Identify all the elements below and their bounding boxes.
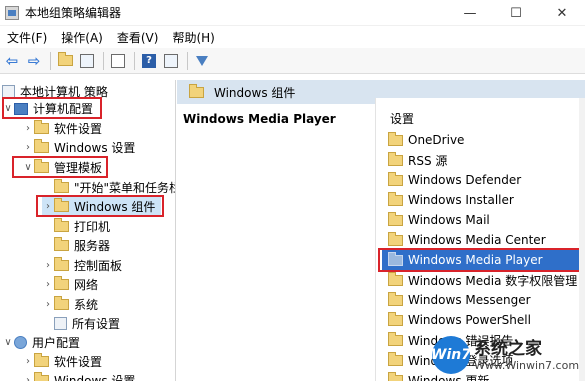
tree-item-software-settings[interactable]: › 软件设置 [22, 119, 102, 138]
folder-icon [34, 120, 49, 134]
settings-list-icon [54, 317, 67, 330]
folder-icon [388, 231, 403, 246]
list-item[interactable]: Windows Defender [388, 170, 521, 190]
folder-icon [54, 218, 69, 232]
folder-icon [34, 353, 49, 367]
list-item[interactable]: OneDrive [388, 130, 464, 150]
folder-icon [54, 276, 69, 290]
list-item[interactable]: Windows Media 数字权限管理 [388, 270, 577, 290]
annotation-box [12, 156, 108, 178]
list-item[interactable]: Windows PowerShell [388, 310, 531, 330]
chevron-right-icon[interactable]: › [22, 356, 34, 367]
list-item[interactable]: Windows Messenger [388, 290, 531, 310]
folder-icon [388, 351, 403, 366]
menu-bar: 文件(F) 操作(A) 查看(V) 帮助(H) [0, 26, 585, 48]
tree-item-windows-settings[interactable]: › Windows 设置 [22, 138, 135, 157]
list-item[interactable]: RSS 源 [388, 150, 447, 170]
list-item[interactable]: Windows Mail [388, 210, 490, 230]
list-item[interactable]: Windows Installer [388, 190, 514, 210]
annotation-box [2, 97, 102, 119]
maximize-button[interactable]: ☐ [493, 0, 539, 26]
close-button[interactable]: ✕ [539, 0, 585, 26]
tree-item-user-config[interactable]: ∨ 用户配置 [2, 333, 80, 352]
folder-icon [54, 257, 69, 271]
chevron-right-icon[interactable]: › [42, 279, 54, 290]
menu-view[interactable]: 查看(V) [110, 29, 166, 46]
watermark-name: 系统之家 [474, 338, 542, 359]
folder-icon [388, 371, 403, 381]
chevron-right-icon[interactable]: › [22, 142, 34, 153]
toolbar-separator [103, 51, 104, 70]
folder-icon [388, 191, 403, 206]
show-tree-icon[interactable] [77, 51, 97, 71]
menu-file[interactable]: 文件(F) [0, 29, 54, 46]
menu-action[interactable]: 操作(A) [54, 29, 110, 46]
folder-icon [388, 271, 403, 286]
folder-icon [388, 131, 403, 146]
app-icon [5, 5, 19, 20]
folder-icon [388, 291, 403, 306]
help-icon[interactable]: ? [139, 51, 159, 71]
folder-icon [54, 296, 69, 310]
folder-icon [388, 211, 403, 226]
title-bar: 本地组策略编辑器 — ☐ ✕ [0, 0, 585, 26]
menu-help[interactable]: 帮助(H) [165, 29, 221, 46]
tree-item-control-panel[interactable]: › 控制面板 [42, 256, 122, 275]
folder-icon [34, 372, 49, 381]
detail-title: Windows Media Player [183, 112, 336, 126]
chevron-right-icon[interactable]: › [42, 260, 54, 271]
folder-icon [34, 139, 49, 153]
list-column-header[interactable]: 设置 [390, 110, 414, 127]
chevron-right-icon[interactable]: › [22, 375, 34, 381]
folder-icon [189, 83, 204, 98]
back-arrow-icon[interactable]: ⇦ [2, 51, 22, 71]
forward-arrow-icon[interactable]: ⇨ [24, 51, 44, 71]
toolbar-separator [134, 51, 135, 70]
tree-item-printers[interactable]: 打印机 [42, 217, 110, 236]
minimize-button[interactable]: — [447, 0, 493, 26]
content-header-title: Windows 组件 [214, 85, 296, 100]
list-item[interactable]: Windows Media Center [388, 230, 546, 250]
filter-icon[interactable] [192, 51, 212, 71]
window-controls: — ☐ ✕ [447, 0, 585, 26]
tree-pane[interactable]: 本地计算机 策略 ∨ 计算机配置 › 软件设置 › Windows 设置 ∨ 管… [0, 80, 176, 381]
toolbar: ⇦ ⇨ ? [0, 48, 585, 74]
window-title: 本地组策略编辑器 [25, 6, 122, 20]
folder-icon [388, 151, 403, 166]
watermark-url: Www.Winwin7.com [474, 358, 580, 372]
chevron-right-icon[interactable]: › [22, 123, 34, 134]
up-folder-icon[interactable] [55, 51, 75, 71]
properties-icon[interactable] [161, 51, 181, 71]
tree-item-system[interactable]: › 系统 [42, 295, 98, 314]
tree-item-user-windows-settings[interactable]: › Windows 设置 [22, 371, 135, 381]
folder-icon [388, 171, 403, 186]
chevron-right-icon[interactable]: › [42, 299, 54, 310]
watermark: Win7 系统之家 Www.Winwin7.com [431, 333, 582, 377]
folder-icon [54, 237, 69, 251]
export-list-icon[interactable] [108, 51, 128, 71]
tree-item-servers[interactable]: 服务器 [42, 236, 110, 255]
tree-item-user-software-settings[interactable]: › 软件设置 [22, 352, 102, 371]
folder-icon [388, 311, 403, 326]
toolbar-separator [187, 51, 188, 70]
annotation-box [378, 248, 584, 272]
annotation-box [36, 195, 164, 217]
user-icon [14, 336, 27, 349]
watermark-logo: Win7 [431, 336, 471, 374]
toolbar-separator [50, 51, 51, 70]
chevron-down-icon[interactable]: ∨ [2, 337, 14, 348]
tree-item-network[interactable]: › 网络 [42, 275, 98, 294]
folder-icon [54, 179, 69, 193]
tree-item-all-settings[interactable]: 所有设置 [42, 314, 120, 333]
folder-icon [388, 331, 403, 346]
